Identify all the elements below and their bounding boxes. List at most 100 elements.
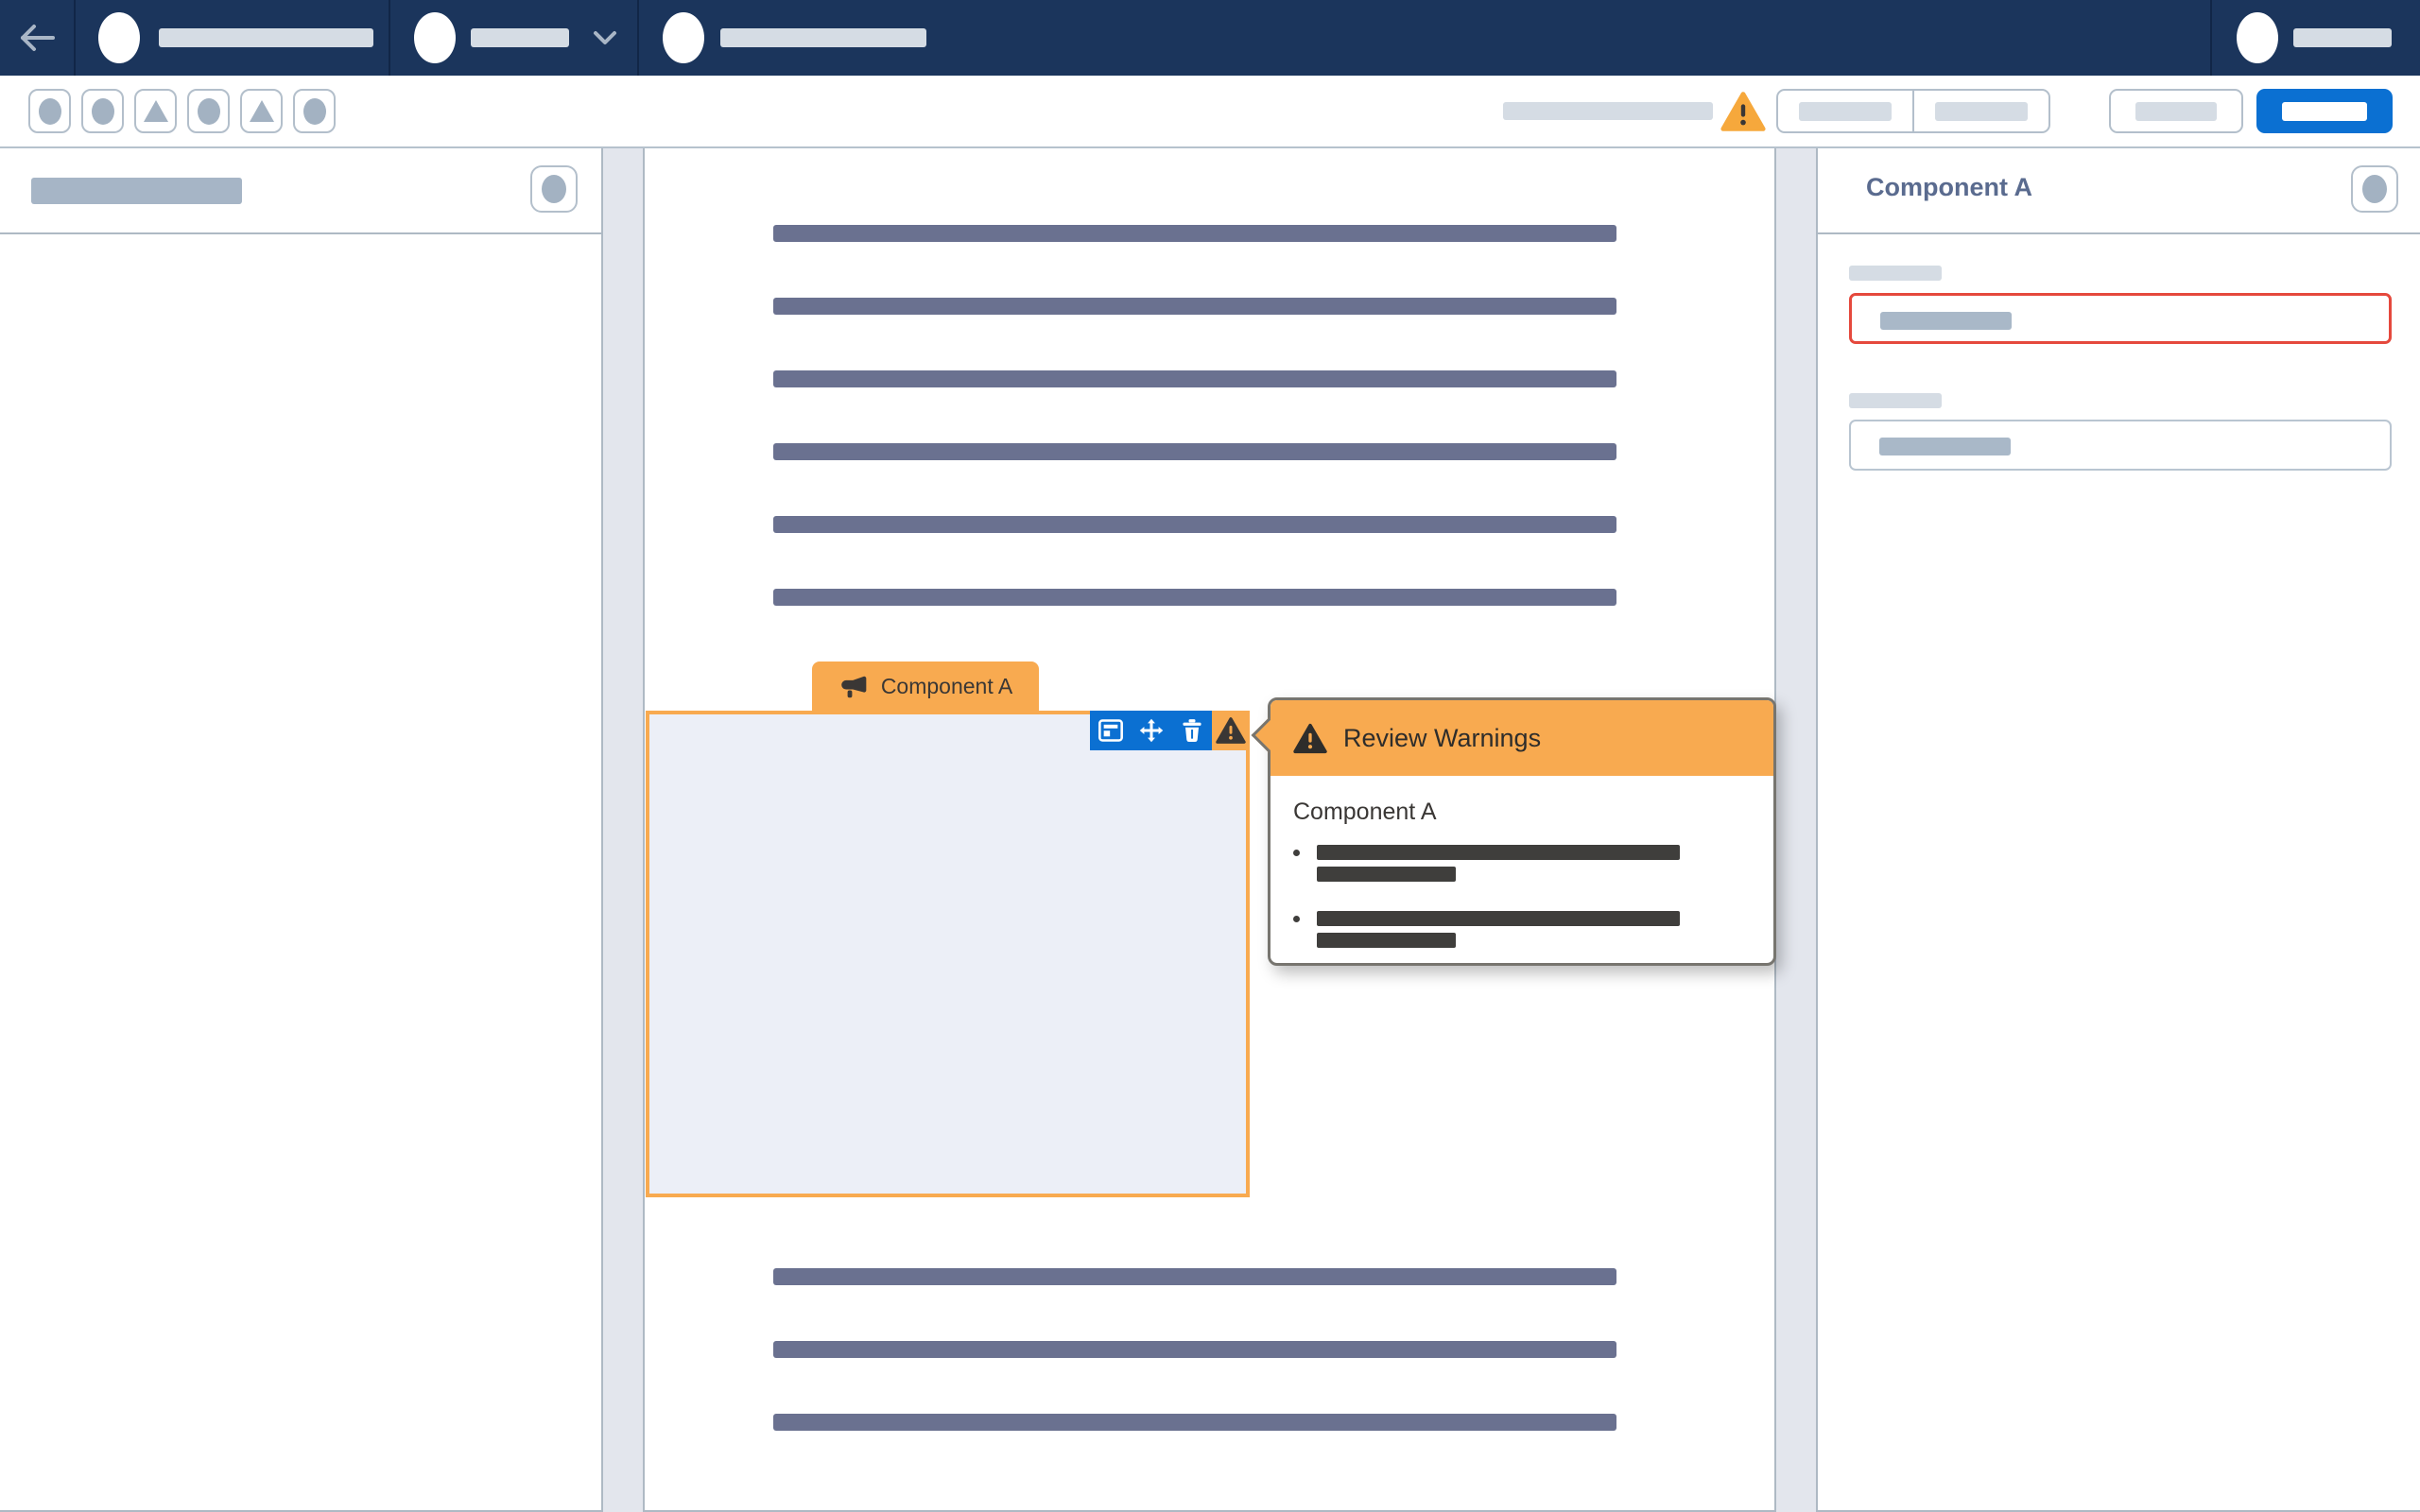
bullet-dot	[1293, 916, 1300, 922]
header-app-menu[interactable]	[76, 0, 390, 76]
warning-triangle-icon	[1720, 91, 1766, 131]
components-sidebar	[0, 148, 603, 1512]
button-label-placeholder	[2282, 101, 2367, 121]
move-icon	[1139, 718, 1163, 743]
property-input[interactable]	[1849, 420, 2392, 471]
popover-title: Review Warnings	[1343, 723, 1542, 752]
user-menu[interactable]	[2210, 0, 2420, 76]
tool-button-triangle[interactable]	[240, 89, 283, 133]
warning-text-placeholder	[1317, 845, 1680, 888]
component-warning-button[interactable]	[1212, 711, 1250, 750]
status-text-placeholder	[1503, 102, 1713, 120]
circle-icon	[302, 97, 326, 125]
paragraph-line-placeholder	[773, 298, 1616, 315]
avatar	[98, 12, 140, 63]
tool-button-circle[interactable]	[81, 89, 124, 133]
component-layout-button[interactable]	[1090, 711, 1131, 750]
header-page-label	[639, 0, 942, 76]
primary-action-button[interactable]	[2256, 89, 2393, 133]
properties-panel: Component A	[1816, 148, 2420, 1512]
field-label-placeholder	[1849, 393, 1942, 408]
tool-button-circle[interactable]	[187, 89, 230, 133]
review-warnings-popover: Review Warnings Component A	[1251, 697, 1776, 966]
paragraph-line-placeholder	[773, 1341, 1616, 1358]
tool-button-circle[interactable]	[28, 89, 71, 133]
warning-item	[1293, 911, 1751, 954]
properties-collapse-button[interactable]	[2351, 165, 2398, 213]
global-header	[0, 0, 2420, 76]
properties-panel-title: Component A	[1866, 173, 2032, 201]
ellipse-icon	[542, 175, 566, 203]
header-context-placeholder	[471, 28, 569, 47]
paragraph-line-placeholder	[773, 1268, 1616, 1285]
ellipse-icon	[2362, 175, 2387, 203]
circle-icon	[38, 97, 61, 125]
component-delete-button[interactable]	[1171, 711, 1212, 750]
megaphone-icon	[841, 676, 867, 697]
input-value-placeholder	[1879, 438, 2011, 455]
user-avatar	[2237, 12, 2278, 63]
warning-triangle-icon	[1293, 723, 1327, 753]
input-value-placeholder	[1880, 312, 2012, 330]
bullet-dot	[1293, 850, 1300, 856]
selected-component[interactable]	[646, 711, 1250, 1197]
view-toggle-group	[1776, 89, 2050, 133]
popover-body: Component A	[1270, 776, 1773, 954]
selected-component-tab: Component A	[812, 662, 1039, 712]
avatar	[414, 12, 456, 63]
warning-line-placeholder	[1317, 933, 1456, 948]
warning-indicator-button[interactable]	[1720, 91, 1766, 132]
warning-list	[1293, 845, 1751, 954]
button-label-placeholder	[1799, 101, 1892, 121]
warning-item	[1293, 845, 1751, 888]
popover-header: Review Warnings	[1270, 700, 1773, 776]
avatar	[663, 12, 704, 63]
back-button[interactable]	[0, 0, 76, 76]
paragraph-line-placeholder	[773, 516, 1616, 533]
header-context-dropdown[interactable]	[390, 0, 639, 76]
arrow-left-icon	[21, 25, 55, 51]
warning-text-placeholder	[1317, 911, 1680, 954]
popover-component-name: Component A	[1293, 799, 1437, 825]
button-label-placeholder	[2135, 101, 2217, 121]
paragraph-line-placeholder	[773, 1414, 1616, 1431]
field-label-placeholder	[1849, 266, 1942, 281]
warning-triangle-icon	[1216, 717, 1246, 744]
view-toggle-left-button[interactable]	[1778, 91, 1914, 131]
header-page-placeholder	[720, 28, 926, 47]
chevron-down-icon	[594, 31, 616, 44]
paragraph-line-placeholder	[773, 225, 1616, 242]
warning-line-placeholder	[1317, 845, 1680, 860]
properties-panel-header: Component A	[1818, 148, 2420, 234]
user-name-placeholder	[2293, 28, 2392, 47]
circle-icon	[197, 97, 220, 125]
builder-workspace: Component A Review Warnings Component A …	[0, 148, 2420, 1512]
toolbar-right-group	[1503, 89, 2393, 133]
layout-icon	[1098, 719, 1123, 742]
component-move-button[interactable]	[1131, 711, 1171, 750]
builder-toolbar	[0, 76, 2420, 148]
sidebar-title-placeholder	[31, 178, 242, 204]
paragraph-line-placeholder	[773, 589, 1616, 606]
tool-button-strip	[28, 89, 346, 133]
button-label-placeholder	[1935, 101, 2028, 121]
secondary-action-button[interactable]	[2109, 89, 2243, 133]
paragraph-line-placeholder	[773, 370, 1616, 387]
warning-line-placeholder	[1317, 867, 1456, 882]
circle-icon	[91, 97, 114, 125]
components-sidebar-header	[0, 148, 601, 234]
property-input-error[interactable]	[1849, 293, 2392, 344]
component-action-toolbar	[1090, 711, 1250, 750]
tool-button-triangle[interactable]	[134, 89, 177, 133]
header-title-placeholder	[159, 28, 373, 47]
paragraph-line-placeholder	[773, 443, 1616, 460]
view-toggle-right-button[interactable]	[1914, 91, 2048, 131]
tool-button-circle[interactable]	[293, 89, 336, 133]
warning-line-placeholder	[1317, 911, 1680, 926]
triangle-icon	[143, 100, 168, 122]
sidebar-collapse-button[interactable]	[530, 165, 578, 213]
page-canvas: Component A Review Warnings Component A	[643, 148, 1776, 1512]
triangle-icon	[249, 100, 274, 122]
trash-icon	[1182, 719, 1201, 743]
selected-component-tab-label: Component A	[880, 674, 1013, 698]
